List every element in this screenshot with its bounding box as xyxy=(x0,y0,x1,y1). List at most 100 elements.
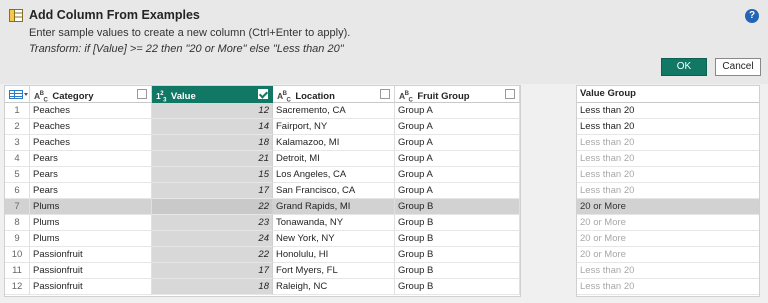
group-cell[interactable]: Group A xyxy=(395,103,520,119)
value-group-cell[interactable]: Less than 20 xyxy=(577,103,759,119)
row-number: 7 xyxy=(5,199,30,215)
text-type-icon[interactable]: ABC xyxy=(399,86,413,102)
table-row[interactable]: 4 Pears 21 Detroit, MI Group A xyxy=(5,151,520,167)
cancel-button[interactable]: Cancel xyxy=(715,58,761,76)
column-header-location[interactable]: ABC Location xyxy=(273,86,395,103)
data-grid: ABC Category 123 Value ABC Location ABC Fruit G… xyxy=(4,85,521,297)
group-cell[interactable]: Group B xyxy=(395,215,520,231)
category-cell[interactable]: Passionfruit xyxy=(30,279,152,295)
value-group-cell[interactable]: 20 or More xyxy=(577,247,759,263)
column-header-label: Category xyxy=(52,90,94,102)
value-cell[interactable]: 14 xyxy=(152,119,273,135)
table-options-header[interactable] xyxy=(5,86,30,103)
category-cell[interactable]: Pears xyxy=(30,183,152,199)
column-select-checkbox[interactable] xyxy=(258,89,268,99)
location-cell[interactable]: Grand Rapids, MI xyxy=(273,199,395,215)
value-cell[interactable]: 24 xyxy=(152,231,273,247)
location-cell[interactable]: New York, NY xyxy=(273,231,395,247)
category-cell[interactable]: Peaches xyxy=(30,119,152,135)
value-group-cell[interactable]: 20 or More xyxy=(577,231,759,247)
value-cell[interactable]: 18 xyxy=(152,279,273,295)
column-header-value[interactable]: 123 Value xyxy=(152,86,273,103)
group-cell[interactable]: Group B xyxy=(395,279,520,295)
value-group-cell[interactable]: Less than 20 xyxy=(577,135,759,151)
ok-button[interactable]: OK xyxy=(661,58,707,76)
location-cell[interactable]: San Francisco, CA xyxy=(273,183,395,199)
location-cell[interactable]: Fairport, NY xyxy=(273,119,395,135)
text-type-icon[interactable]: ABC xyxy=(277,86,291,102)
value-group-cell[interactable]: Less than 20 xyxy=(577,263,759,279)
value-cell[interactable]: 22 xyxy=(152,199,273,215)
column-select-checkbox[interactable] xyxy=(137,89,147,99)
text-type-icon[interactable]: ABC xyxy=(34,86,48,102)
category-cell[interactable]: Plums xyxy=(30,231,152,247)
category-cell[interactable]: Peaches xyxy=(30,103,152,119)
whole-number-type-icon[interactable]: 123 xyxy=(156,86,166,102)
column-header-category[interactable]: ABC Category xyxy=(30,86,152,103)
table-row[interactable]: 5 Pears 15 Los Angeles, CA Group A xyxy=(5,167,520,183)
value-cell[interactable]: 12 xyxy=(152,103,273,119)
dialog-title: Add Column From Examples xyxy=(29,8,200,22)
group-cell[interactable]: Group A xyxy=(395,119,520,135)
location-cell[interactable]: Los Angeles, CA xyxy=(273,167,395,183)
table-row[interactable]: 2 Peaches 14 Fairport, NY Group A xyxy=(5,119,520,135)
row-number: 3 xyxy=(5,135,30,151)
category-cell[interactable]: Passionfruit xyxy=(30,263,152,279)
group-cell[interactable]: Group A xyxy=(395,167,520,183)
table-row[interactable]: 9 Plums 24 New York, NY Group B xyxy=(5,231,520,247)
category-cell[interactable]: Plums xyxy=(30,215,152,231)
value-cell[interactable]: 21 xyxy=(152,151,273,167)
location-cell[interactable]: Kalamazoo, MI xyxy=(273,135,395,151)
value-cell[interactable]: 23 xyxy=(152,215,273,231)
location-cell[interactable]: Detroit, MI xyxy=(273,151,395,167)
value-group-column: Value Group Less than 20 Less than 20 Less… xyxy=(576,85,760,297)
table-icon[interactable] xyxy=(9,90,23,99)
table-row[interactable]: 8 Plums 23 Tonawanda, NY Group B xyxy=(5,215,520,231)
column-header-label: Fruit Group xyxy=(417,90,470,102)
group-cell[interactable]: Group A xyxy=(395,135,520,151)
value-cell[interactable]: 22 xyxy=(152,247,273,263)
table-row[interactable]: 6 Pears 17 San Francisco, CA Group A xyxy=(5,183,520,199)
value-group-cell[interactable]: Less than 20 xyxy=(577,119,759,135)
location-cell[interactable]: Fort Myers, FL xyxy=(273,263,395,279)
table-row[interactable]: 12 Passionfruit 18 Raleigh, NC Group B xyxy=(5,279,520,295)
value-group-header: Value Group xyxy=(577,86,759,103)
help-icon[interactable]: ? xyxy=(745,9,759,23)
value-group-cell[interactable]: Less than 20 xyxy=(577,183,759,199)
group-cell[interactable]: Group B xyxy=(395,231,520,247)
group-cell[interactable]: Group B xyxy=(395,247,520,263)
column-header-label: Location xyxy=(295,90,335,102)
group-cell[interactable]: Group A xyxy=(395,151,520,167)
location-cell[interactable]: Raleigh, NC xyxy=(273,279,395,295)
value-group-cell[interactable]: 20 or More xyxy=(577,215,759,231)
location-cell[interactable]: Tonawanda, NY xyxy=(273,215,395,231)
table-row[interactable]: 11 Passionfruit 17 Fort Myers, FL Group B xyxy=(5,263,520,279)
category-cell[interactable]: Plums xyxy=(30,199,152,215)
value-group-cell[interactable]: Less than 20 xyxy=(577,167,759,183)
value-cell[interactable]: 17 xyxy=(152,183,273,199)
location-cell[interactable]: Honolulu, HI xyxy=(273,247,395,263)
value-cell[interactable]: 18 xyxy=(152,135,273,151)
table-row[interactable]: 7 Plums 22 Grand Rapids, MI Group B xyxy=(5,199,520,215)
location-cell[interactable]: Sacremento, CA xyxy=(273,103,395,119)
group-cell[interactable]: Group B xyxy=(395,263,520,279)
value-cell[interactable]: 15 xyxy=(152,167,273,183)
category-cell[interactable]: Peaches xyxy=(30,135,152,151)
transform-formula: Transform: if [Value] >= 22 then "20 or … xyxy=(29,43,344,55)
category-cell[interactable]: Passionfruit xyxy=(30,247,152,263)
group-cell[interactable]: Group A xyxy=(395,183,520,199)
table-row[interactable]: 10 Passionfruit 22 Honolulu, HI Group B xyxy=(5,247,520,263)
value-group-cell[interactable]: 20 or More xyxy=(577,199,759,215)
value-group-cell[interactable]: Less than 20 xyxy=(577,279,759,295)
table-row[interactable]: 3 Peaches 18 Kalamazoo, MI Group A xyxy=(5,135,520,151)
table-row[interactable]: 1 Peaches 12 Sacremento, CA Group A xyxy=(5,103,520,119)
value-cell[interactable]: 17 xyxy=(152,263,273,279)
category-cell[interactable]: Pears xyxy=(30,151,152,167)
column-select-checkbox[interactable] xyxy=(380,89,390,99)
chevron-down-icon[interactable] xyxy=(24,93,28,96)
column-header-fruit-group[interactable]: ABC Fruit Group xyxy=(395,86,520,103)
group-cell[interactable]: Group B xyxy=(395,199,520,215)
value-group-cell[interactable]: Less than 20 xyxy=(577,151,759,167)
category-cell[interactable]: Pears xyxy=(30,167,152,183)
column-select-checkbox[interactable] xyxy=(505,89,515,99)
